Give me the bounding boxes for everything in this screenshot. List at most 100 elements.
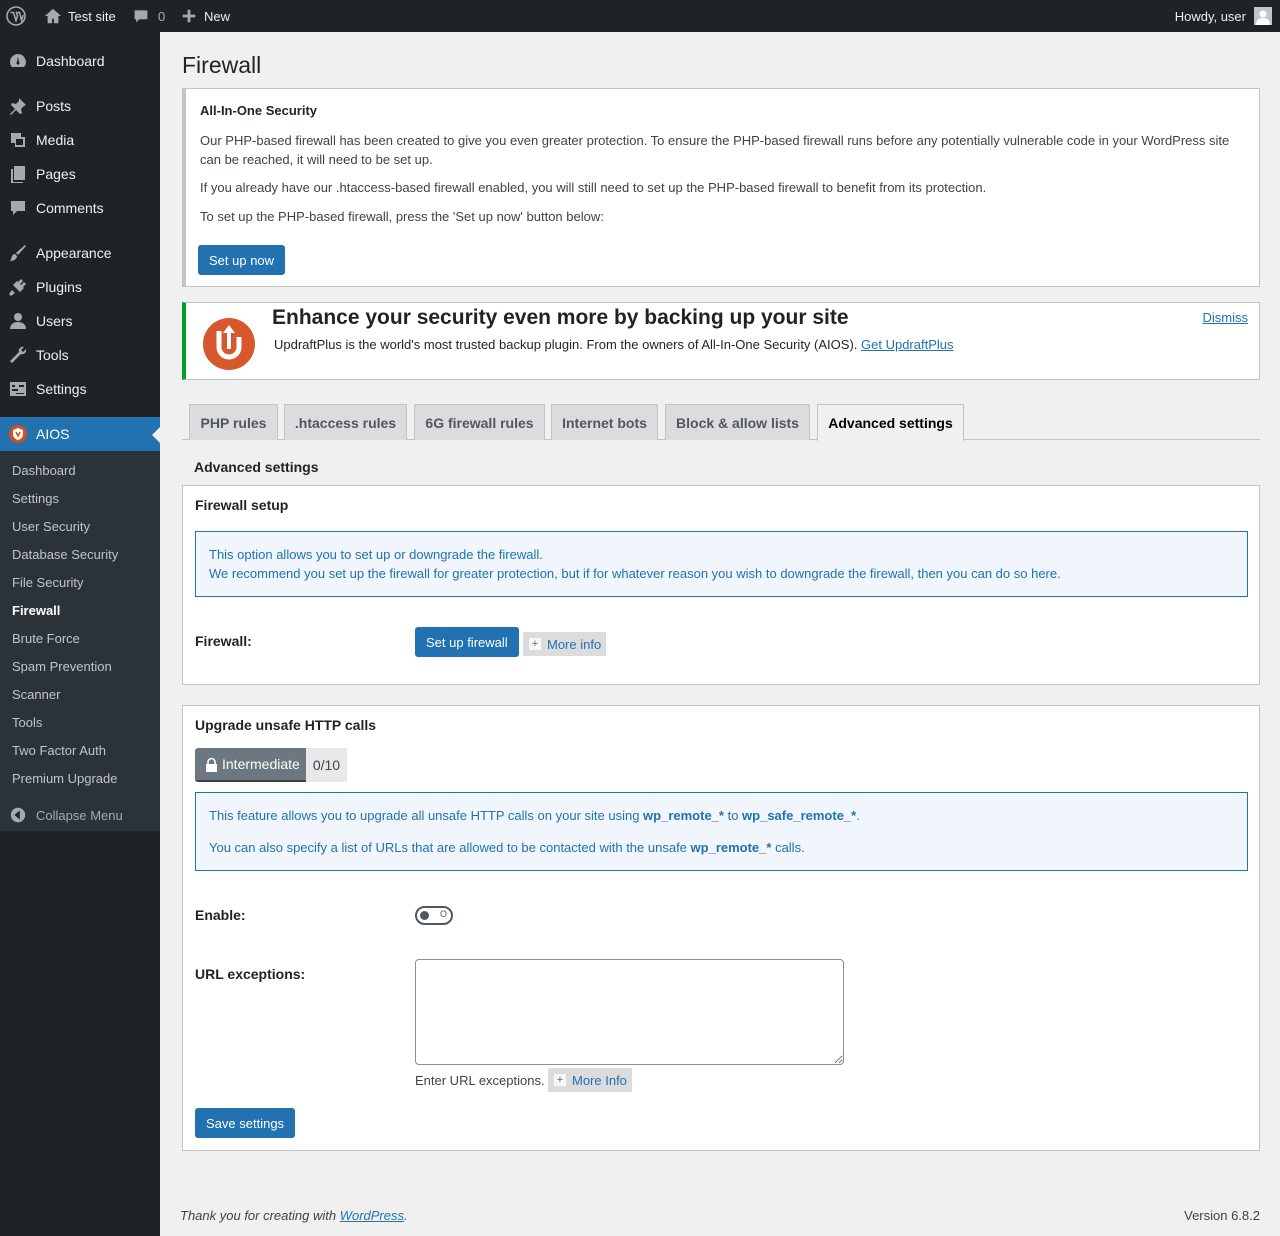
info-text: You can also specify a list of URLs that…	[209, 840, 691, 855]
code-text: wp_safe_remote_*	[742, 808, 857, 823]
aios-setup-notice: All-In-One Security Our PHP-based firewa…	[182, 88, 1260, 287]
sidebar-item-label: Dashboard	[36, 53, 105, 69]
info-text-1: This feature allows you to upgrade all u…	[209, 808, 860, 823]
badge-level: Intermediate	[195, 748, 306, 782]
plus-icon	[182, 9, 196, 23]
tab-htaccess-rules[interactable]: .htaccess rules	[284, 404, 407, 440]
collapse-menu-button[interactable]: Collapse Menu	[0, 800, 160, 830]
sidebar-item-users[interactable]: Users	[0, 304, 160, 338]
postbox-title: Upgrade unsafe HTTP calls	[195, 717, 377, 733]
avatar	[1254, 7, 1272, 25]
admin-sidebar: Dashboard Posts Media Pages Comments App…	[0, 32, 160, 1236]
sidebar-item-label: Appearance	[36, 245, 112, 261]
new-content-link[interactable]: New	[182, 0, 230, 32]
submenu-item-tools[interactable]: Tools	[12, 715, 42, 730]
updraftplus-notice: Enhance your security even more by backi…	[182, 302, 1260, 380]
firewall-label: Firewall:	[195, 633, 252, 649]
info-text: This option allows you to set up or down…	[209, 547, 543, 562]
updraftplus-logo-icon	[202, 317, 256, 371]
submenu-item-database-security[interactable]: Database Security	[12, 547, 118, 562]
sidebar-item-plugins[interactable]: Plugins	[0, 270, 160, 304]
more-info-toggle[interactable]: + More info	[523, 632, 607, 656]
comments-link[interactable]: 0	[133, 0, 165, 32]
updraftplus-heading: Enhance your security even more by backi…	[272, 306, 849, 329]
wordpress-link[interactable]: WordPress	[340, 1208, 404, 1223]
submenu-item-user-security[interactable]: User Security	[12, 519, 90, 534]
footer-thanks: Thank you for creating with WordPress.	[180, 1208, 408, 1223]
url-exceptions-help: Enter URL exceptions.	[415, 1073, 545, 1088]
save-settings-button[interactable]: Save settings	[195, 1108, 296, 1138]
site-name: Test site	[68, 8, 116, 24]
dashboard-icon	[0, 51, 36, 71]
plus-icon: +	[528, 637, 542, 651]
sidebar-item-dashboard[interactable]: Dashboard	[0, 44, 160, 78]
tab-advanced-settings[interactable]: Advanced settings	[817, 404, 964, 441]
settings-icon	[0, 379, 36, 399]
submenu-item-scanner[interactable]: Scanner	[12, 687, 60, 702]
notice-heading: All-In-One Security	[200, 103, 318, 118]
submenu-item-firewall[interactable]: Firewall	[12, 603, 60, 618]
my-account-link[interactable]: Howdy, user	[1175, 0, 1272, 32]
badge-level-label: Intermediate	[222, 756, 300, 772]
security-strength-badge: Intermediate 0/10	[195, 748, 348, 782]
code-text: wp_remote_*	[643, 808, 724, 823]
current-menu-arrow	[152, 427, 160, 443]
enable-label: Enable:	[195, 907, 246, 923]
sidebar-item-tools[interactable]: Tools	[0, 338, 160, 372]
sidebar-item-pages[interactable]: Pages	[0, 157, 160, 191]
comment-icon	[0, 198, 36, 218]
url-exceptions-textarea[interactable]	[415, 959, 844, 1065]
footer-version: Version 6.8.2	[1184, 1208, 1260, 1223]
brush-icon	[0, 243, 36, 263]
sidebar-item-posts[interactable]: Posts	[0, 89, 160, 123]
set-up-firewall-button[interactable]: Set up firewall	[415, 627, 519, 657]
submenu-item-spam-prevention[interactable]: Spam Prevention	[12, 659, 112, 674]
tab-6g-firewall-rules[interactable]: 6G firewall rules	[414, 404, 545, 440]
enable-toggle[interactable]: O	[415, 906, 453, 925]
sidebar-item-label: AIOS	[36, 426, 70, 442]
lock-icon	[206, 757, 217, 772]
section-title: Advanced settings	[194, 459, 319, 475]
tab-block-allow-lists[interactable]: Block & allow lists	[665, 404, 810, 440]
submenu-item-dashboard[interactable]: Dashboard	[12, 463, 76, 478]
more-info-toggle[interactable]: + More Info	[548, 1068, 632, 1092]
footer-period: .	[404, 1208, 408, 1223]
wordpress-logo-icon[interactable]	[6, 0, 28, 32]
info-text: to	[723, 808, 743, 823]
submenu-item-brute-force[interactable]: Brute Force	[12, 631, 80, 646]
main-content: Firewall All-In-One Security Our PHP-bas…	[160, 32, 1280, 1236]
set-up-now-button[interactable]: Set up now	[198, 245, 286, 275]
firewall-setup-postbox: Firewall setup This option allows you to…	[182, 485, 1260, 685]
notice-paragraph: To set up the PHP-based firewall, press …	[200, 209, 604, 224]
url-exceptions-label: URL exceptions:	[195, 966, 306, 982]
aios-shield-icon	[0, 424, 36, 444]
tab-internet-bots[interactable]: Internet bots	[551, 404, 658, 440]
submenu-item-file-security[interactable]: File Security	[12, 575, 84, 590]
admin-bar: Test site 0 New Howdy, user	[0, 0, 1280, 32]
home-icon	[44, 8, 62, 24]
pages-icon	[0, 164, 36, 184]
sidebar-item-label: Users	[36, 313, 73, 329]
sidebar-item-appearance[interactable]: Appearance	[0, 236, 160, 270]
aios-submenu: Dashboard Settings User Security Databas…	[0, 451, 160, 831]
comments-count: 0	[158, 8, 166, 24]
info-text-2: You can also specify a list of URLs that…	[209, 840, 805, 855]
pin-icon	[0, 96, 36, 116]
collapse-arrow-icon	[0, 806, 36, 824]
submenu-item-premium-upgrade[interactable]: Premium Upgrade	[12, 771, 118, 786]
get-updraftplus-link[interactable]: Get UpdraftPlus	[861, 337, 954, 352]
comment-icon	[134, 10, 148, 23]
dismiss-link[interactable]: Dismiss	[1203, 310, 1249, 325]
postbox-title: Firewall setup	[195, 497, 289, 513]
submenu-item-settings[interactable]: Settings	[12, 491, 59, 506]
sidebar-item-settings[interactable]: Settings	[0, 372, 160, 406]
more-info-label: More info	[547, 636, 602, 652]
sidebar-item-comments[interactable]: Comments	[0, 191, 160, 225]
sidebar-item-media[interactable]: Media	[0, 123, 160, 157]
sidebar-item-aios[interactable]: AIOS	[0, 417, 160, 451]
site-name-link[interactable]: Test site	[44, 0, 116, 32]
tab-php-rules[interactable]: PHP rules	[189, 404, 278, 440]
sidebar-item-label: Plugins	[36, 279, 82, 295]
code-text: wp_remote_*	[690, 840, 772, 855]
submenu-item-two-factor-auth[interactable]: Two Factor Auth	[12, 743, 106, 758]
